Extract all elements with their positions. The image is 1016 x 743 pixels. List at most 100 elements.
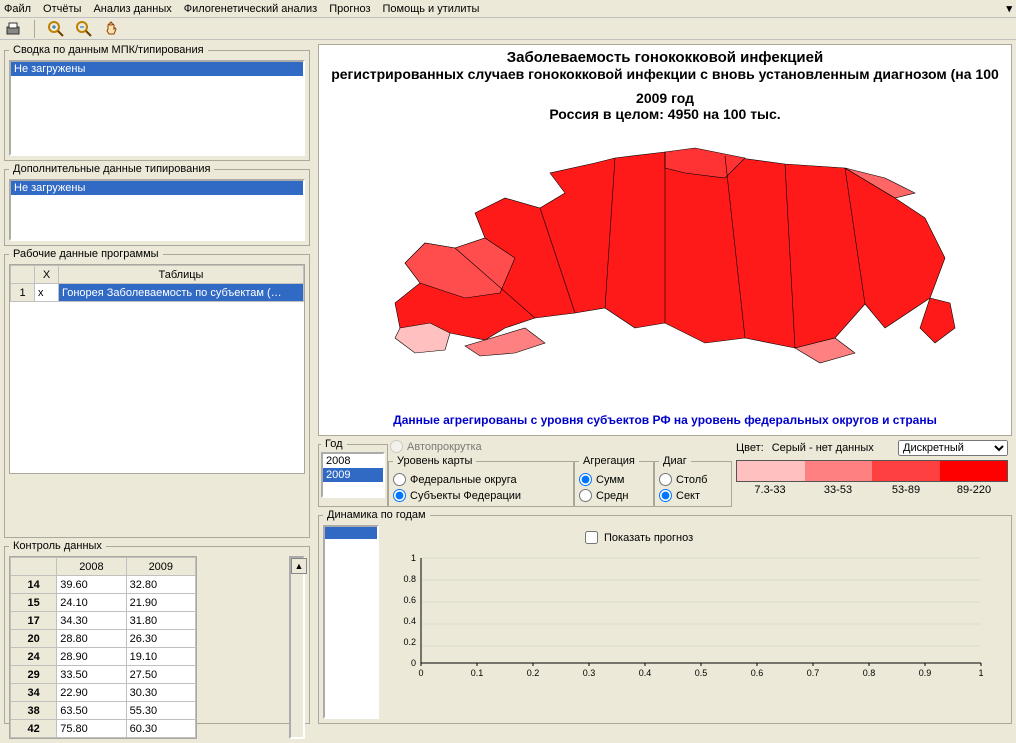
table-row[interactable]: 4275.8060.30 [11,720,196,738]
additional-panel: Дополнительные данные типирования Не заг… [4,163,310,246]
map-subtitle: регистрированных случаев гонококковой ин… [323,66,1007,82]
diag-opt-sect[interactable]: Сект [659,489,727,502]
dynamics-series-list[interactable] [323,525,379,719]
zoom-out-icon[interactable] [75,20,93,38]
map-title: Заболеваемость гонококковой инфекцией [323,49,1007,66]
additional-item[interactable]: Не загружены [11,181,303,195]
map-footnote: Данные агрегированы с уровня субъектов Р… [319,413,1011,427]
year-option-2009[interactable]: 2009 [323,468,383,482]
summary-item[interactable]: Не загружены [11,62,303,76]
svg-text:1: 1 [411,553,416,563]
level-panel: Уровень карты Федеральные округа Субъект… [388,455,574,507]
table-row[interactable]: 1 x Гонорея Заболеваемость по субъектам … [11,284,304,302]
prog-col-x[interactable]: X [35,266,59,284]
ctrl-col-1[interactable]: 2009 [126,558,195,576]
color-legend-bar [736,460,1008,482]
svg-text:0: 0 [411,658,416,668]
svg-text:0.4: 0.4 [639,668,652,678]
pan-hand-icon[interactable] [103,20,121,38]
svg-text:0.2: 0.2 [527,668,540,678]
color-mode-select[interactable]: Дискретный [898,440,1008,456]
prog-row-table[interactable]: Гонорея Заболеваемость по субъектам (… [59,284,304,302]
table-row[interactable]: 1524.1021.90 [11,594,196,612]
agg-opt-sum[interactable]: Сумм [579,473,649,486]
autoscroll-radio[interactable] [390,440,403,453]
svg-text:0.6: 0.6 [403,595,416,605]
prog-row-x[interactable]: x [35,284,59,302]
zoom-in-icon[interactable] [47,20,65,38]
svg-text:0.7: 0.7 [807,668,820,678]
summary-list[interactable]: Не загружены [9,60,305,156]
data-control-legend: Контроль данных [9,540,106,552]
prog-row-num: 1 [11,284,35,302]
program-data-grid[interactable]: X Таблицы 1 x Гонорея Заболеваемость по … [9,264,305,474]
diag-opt-col[interactable]: Столб [659,473,727,486]
table-row[interactable]: 3863.5055.30 [11,702,196,720]
map-area: Заболеваемость гонококковой инфекцией ре… [318,44,1012,436]
diag-panel: Диаг Столб Сект [654,455,732,507]
color-panel: Цвет: Серый - нет данных Дискретный 7.3-… [732,438,1012,507]
agg-panel: Агрегация Сумм Средн [574,455,654,507]
color-label: Цвет: [736,442,764,454]
map-total: Россия в целом: 4950 на 100 тыс. [323,106,1007,122]
map-controls: Год 2008 2009 Автопрокрутка Уровень карт… [318,438,1012,507]
program-data-legend: Рабочие данные программы [9,248,163,260]
menu-prognosis[interactable]: Прогноз [329,3,370,15]
menu-help[interactable]: Помощь и утилиты [383,3,480,15]
menubar: Файл Отчёты Анализ данных Филогенетическ… [0,0,1016,18]
additional-list[interactable]: Не загружены [9,179,305,241]
agg-opt-avg[interactable]: Средн [579,489,649,502]
menu-analysis[interactable]: Анализ данных [93,3,171,15]
dynamics-legend: Динамика по годам [323,509,430,521]
table-row[interactable]: 2933.5027.50 [11,666,196,684]
svg-text:0.9: 0.9 [919,668,932,678]
level-legend: Уровень карты [393,455,476,467]
prog-col-tables[interactable]: Таблицы [59,266,304,284]
svg-text:0.2: 0.2 [403,637,416,647]
year-panel: Год 2008 2009 [318,438,388,507]
svg-text:0.8: 0.8 [863,668,876,678]
table-row[interactable]: 2428.9019.10 [11,648,196,666]
svg-text:1: 1 [978,668,983,678]
year-list[interactable]: 2008 2009 [321,452,385,498]
scroll-up-icon[interactable]: ▲ [291,558,307,574]
data-control-panel: Контроль данных 2008 2009 1439.6032.8015… [4,540,310,724]
autoscroll-label: Автопрокрутка [407,441,482,453]
menu-phylo[interactable]: Филогенетический анализ [184,3,318,15]
data-control-grid[interactable]: 2008 2009 1439.6032.801524.1021.901734.3… [9,556,197,739]
summary-legend: Сводка по данным МПК/типирования [9,44,208,56]
menu-reports[interactable]: Отчёты [43,3,81,15]
color-legend-labels: 7.3-33 33-53 53-89 89-220 [736,484,1008,496]
table-row[interactable]: 1439.6032.80 [11,576,196,594]
list-item[interactable] [325,527,377,539]
svg-text:0.6: 0.6 [751,668,764,678]
toolbar-sep [34,20,35,38]
svg-text:0.8: 0.8 [403,574,416,584]
svg-text:0.5: 0.5 [695,668,708,678]
additional-legend: Дополнительные данные типирования [9,163,214,175]
toolbar [0,18,1016,40]
print-icon[interactable] [4,20,22,38]
menu-collapse-icon[interactable]: ▾ [1006,2,1012,15]
level-opt-fed[interactable]: Федеральные округа [393,473,569,486]
table-row[interactable]: 3422.9030.30 [11,684,196,702]
year-option-2008[interactable]: 2008 [323,454,383,468]
show-prognosis-checkbox[interactable]: Показать прогноз [585,531,997,544]
ctrl-col-0[interactable]: 2008 [57,558,126,576]
svg-text:0: 0 [418,668,423,678]
agg-legend: Агрегация [579,455,639,467]
svg-text:0.1: 0.1 [471,668,484,678]
dynamics-chart[interactable]: 0 0.2 0.4 0.6 0.8 1 0 0.1 0.2 0.3 0.4 0.5 0.6 0.7 0.8… [385,548,997,678]
level-opt-sub[interactable]: Субъекты Федерации [393,489,569,502]
program-data-panel: Рабочие данные программы X Таблицы 1 x Г… [4,248,310,538]
svg-text:0.4: 0.4 [403,616,416,626]
data-control-scrollbar[interactable]: ▲ [289,556,305,739]
russia-map[interactable] [365,128,965,388]
table-row[interactable]: 1734.3031.80 [11,612,196,630]
svg-text:0.3: 0.3 [583,668,596,678]
year-legend: Год [321,438,347,450]
menu-file[interactable]: Файл [4,3,31,15]
map-year: 2009 год [323,90,1007,106]
color-nodata: Серый - нет данных [772,442,874,454]
table-row[interactable]: 2028.8026.30 [11,630,196,648]
